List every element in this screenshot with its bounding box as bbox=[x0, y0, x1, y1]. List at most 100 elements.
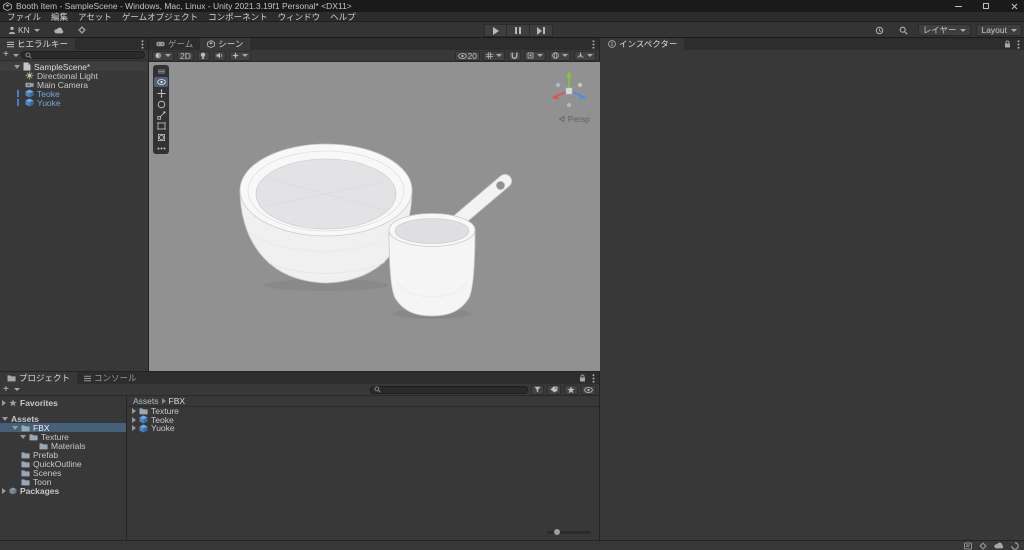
shading-mode-dropdown[interactable] bbox=[152, 50, 174, 61]
tree-item-favorites[interactable]: Favorites bbox=[0, 398, 126, 408]
search-by-label-button[interactable] bbox=[547, 384, 561, 395]
menu-edit[interactable]: 編集 bbox=[46, 11, 73, 23]
audio-toggle[interactable] bbox=[212, 50, 226, 61]
scene-icon bbox=[23, 62, 31, 71]
tree-item-assets[interactable]: Assets bbox=[0, 414, 126, 424]
create-asset-button[interactable]: + bbox=[3, 384, 9, 394]
menu-help[interactable]: ヘルプ bbox=[325, 11, 361, 23]
search-button[interactable] bbox=[894, 24, 913, 36]
menu-gameobject[interactable]: ゲームオブジェクト bbox=[117, 11, 203, 23]
tab-project[interactable]: プロジェクト bbox=[0, 372, 78, 384]
create-object-button[interactable]: + bbox=[3, 50, 9, 60]
save-search-button[interactable] bbox=[564, 384, 578, 395]
tab-inspector[interactable]: インスペクター bbox=[601, 38, 685, 50]
foldout-arrow[interactable] bbox=[12, 425, 18, 430]
grid-visibility-dropdown[interactable] bbox=[483, 50, 505, 61]
breadcrumb-root[interactable]: Assets bbox=[133, 396, 159, 406]
foldout-arrow[interactable] bbox=[132, 408, 136, 415]
tree-item-materials[interactable]: Materials bbox=[0, 441, 126, 451]
account-dropdown[interactable]: KN bbox=[3, 24, 45, 36]
menu-component[interactable]: コンポーネント bbox=[203, 11, 273, 23]
tab-console[interactable]: コンソール bbox=[77, 372, 144, 384]
project-search-input[interactable] bbox=[370, 385, 528, 394]
hidden-packages-button[interactable] bbox=[581, 384, 596, 395]
progress-spinner-icon[interactable] bbox=[1011, 541, 1019, 550]
hierarchy-item-main-camera[interactable]: Main Camera bbox=[0, 80, 148, 90]
file-item-yuoke[interactable]: Yuoke bbox=[127, 423, 599, 433]
chevron-down-icon[interactable] bbox=[13, 388, 20, 391]
layers-dropdown[interactable]: レイヤー bbox=[917, 24, 972, 36]
console-icon bbox=[84, 375, 92, 381]
hierarchy-search-input[interactable] bbox=[20, 51, 145, 59]
chevron-down-icon[interactable] bbox=[12, 53, 19, 57]
layout-dropdown[interactable]: Layout bbox=[976, 24, 1022, 36]
maximize-button[interactable] bbox=[980, 0, 992, 12]
console-status-icon[interactable] bbox=[964, 542, 972, 550]
kebab-menu-icon[interactable] bbox=[592, 373, 595, 383]
transform-tool-button[interactable] bbox=[154, 132, 168, 142]
lock-icon[interactable] bbox=[1004, 40, 1011, 48]
menu-window[interactable]: ウィンドウ bbox=[273, 11, 326, 23]
play-button[interactable] bbox=[484, 24, 507, 37]
tree-item-toon[interactable]: Toon bbox=[0, 477, 126, 487]
menu-file[interactable]: ファイル bbox=[2, 11, 46, 23]
kebab-menu-icon[interactable] bbox=[1017, 39, 1020, 49]
effects-dropdown[interactable] bbox=[228, 50, 251, 61]
kebab-menu-icon[interactable] bbox=[592, 39, 595, 49]
view-tool-button[interactable] bbox=[154, 77, 168, 87]
cloud-status-icon[interactable] bbox=[994, 542, 1004, 549]
hierarchy-item-yuoke[interactable]: Yuoke bbox=[0, 98, 148, 108]
scene-visibility-toggle[interactable]: 20 bbox=[454, 50, 480, 61]
hierarchy-toolbar: + bbox=[0, 50, 148, 61]
window-title: Booth Item - SampleScene - Windows, Mac,… bbox=[16, 1, 352, 11]
overlay-grip[interactable] bbox=[154, 66, 168, 76]
breadcrumb-current[interactable]: FBX bbox=[169, 396, 186, 406]
foldout-arrow[interactable] bbox=[2, 399, 6, 406]
orientation-gizmo[interactable] bbox=[546, 68, 592, 114]
projection-label[interactable]: Persp bbox=[558, 114, 590, 124]
label-tag-icon bbox=[550, 386, 558, 393]
tree-item-quickoutline[interactable]: QuickOutline bbox=[0, 459, 126, 469]
handle-rotation-dropdown[interactable] bbox=[549, 50, 571, 61]
cloud-button[interactable] bbox=[49, 24, 69, 36]
scene-viewport[interactable]: Persp bbox=[149, 62, 600, 371]
tab-hierarchy[interactable]: ヒエラルキー bbox=[0, 38, 76, 50]
foldout-arrow[interactable] bbox=[2, 416, 8, 421]
menu-assets[interactable]: アセット bbox=[73, 11, 117, 23]
undo-history-button[interactable] bbox=[870, 24, 889, 36]
2d-toggle[interactable]: 2D bbox=[177, 50, 194, 61]
tree-item-scenes[interactable]: Scenes bbox=[0, 468, 126, 478]
eye-icon bbox=[156, 79, 166, 85]
foldout-arrow[interactable] bbox=[132, 416, 136, 423]
file-item-teoke[interactable]: Teoke bbox=[127, 415, 599, 425]
minimize-button[interactable] bbox=[952, 0, 964, 12]
scale-tool-button[interactable] bbox=[154, 110, 168, 120]
lighting-toggle[interactable] bbox=[196, 50, 210, 61]
custom-tool-button[interactable] bbox=[154, 143, 168, 153]
tab-game[interactable]: ゲーム bbox=[149, 38, 201, 50]
gizmos-dropdown[interactable] bbox=[574, 50, 596, 61]
file-item-texture[interactable]: Texture bbox=[127, 406, 599, 416]
tab-scene[interactable]: シーン bbox=[200, 38, 251, 50]
close-button[interactable] bbox=[1008, 0, 1020, 12]
lock-icon[interactable] bbox=[579, 374, 586, 382]
step-button[interactable] bbox=[530, 24, 553, 37]
pause-button[interactable] bbox=[507, 24, 530, 37]
cache-server-icon[interactable] bbox=[979, 542, 987, 550]
hierarchy-item-teoke[interactable]: Teoke bbox=[0, 89, 148, 99]
move-tool-button[interactable] bbox=[154, 88, 168, 98]
foldout-arrow[interactable] bbox=[132, 425, 136, 432]
foldout-arrow[interactable] bbox=[14, 64, 20, 69]
zoom-slider-knob[interactable] bbox=[554, 529, 560, 535]
tree-item-packages[interactable]: Packages bbox=[0, 486, 126, 496]
foldout-arrow[interactable] bbox=[2, 487, 6, 494]
search-by-type-button[interactable] bbox=[531, 384, 544, 395]
foldout-arrow[interactable] bbox=[20, 434, 26, 439]
rotate-tool-button[interactable] bbox=[154, 99, 168, 109]
handle-position-dropdown[interactable] bbox=[524, 50, 546, 61]
thumbnail-zoom-slider[interactable] bbox=[547, 529, 591, 535]
services-button[interactable] bbox=[73, 24, 91, 36]
rect-tool-button[interactable] bbox=[154, 121, 168, 131]
snap-toggle[interactable] bbox=[508, 50, 521, 61]
kebab-menu-icon[interactable] bbox=[141, 39, 144, 49]
